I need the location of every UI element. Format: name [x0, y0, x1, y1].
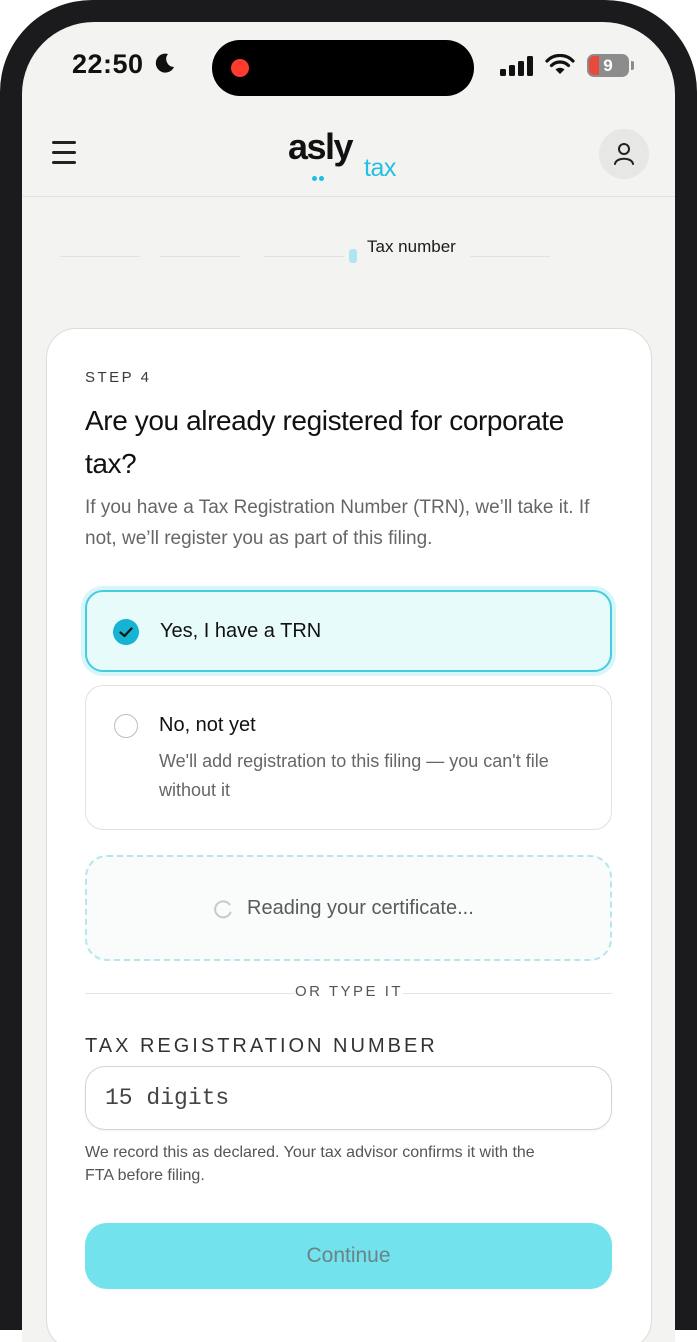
- app-header: asly tax: [22, 114, 675, 197]
- step-description: If you have a Tax Registration Number (T…: [85, 497, 590, 549]
- device-frame: 22:50 9 asly tax Tax number STEP 4 Are y…: [0, 0, 697, 1342]
- step-eyebrow: STEP 4: [85, 369, 152, 386]
- battery-percent: 9: [603, 56, 613, 75]
- status-bar: 22:50 9: [22, 22, 675, 114]
- hamburger-menu-icon-bar: [52, 151, 76, 154]
- or-divider: OR TYPE IT: [294, 983, 404, 1000]
- upload-status-text: Reading your certificate...: [247, 897, 474, 919]
- option-label: Yes, I have a TRN: [160, 620, 322, 642]
- option-sublabel: We'll add registration to this filing — …: [159, 751, 549, 800]
- logo-dot: [319, 176, 324, 181]
- moon-icon: [153, 52, 175, 79]
- logo-dot: [312, 176, 317, 181]
- menu-button[interactable]: [52, 141, 78, 165]
- screen: 22:50 9 asly tax Tax number STEP 4 Are y…: [22, 22, 675, 1342]
- account-button[interactable]: [599, 129, 649, 179]
- battery-nub: [631, 61, 634, 70]
- check-icon: [113, 619, 139, 645]
- user-icon: [614, 143, 634, 165]
- option-yes-have-trn[interactable]: Yes, I have a TRN: [85, 590, 612, 672]
- step-track: [264, 256, 344, 257]
- battery-icon: 9: [587, 54, 629, 77]
- current-step-marker: [349, 249, 357, 263]
- option-no-not-yet[interactable]: No, not yet We'll add registration to th…: [85, 685, 612, 830]
- certificate-upload-zone[interactable]: Reading your certificate...: [85, 855, 612, 961]
- radio-unselected-icon: [114, 714, 138, 738]
- step-track: [160, 256, 240, 257]
- step-track: [60, 256, 140, 257]
- option-label: No, not yet: [159, 714, 256, 736]
- page-title: Are you already registered for corporate…: [85, 405, 564, 479]
- trn-input[interactable]: [85, 1066, 612, 1130]
- continue-button[interactable]: Continue: [85, 1223, 612, 1289]
- loading-spinner-icon: [214, 900, 232, 919]
- trn-field-label: TAX REGISTRATION NUMBER: [85, 1035, 438, 1057]
- dynamic-island: [212, 40, 474, 96]
- wifi-icon: [545, 53, 575, 81]
- app-logo: asly tax: [288, 126, 428, 186]
- signal-icon: [500, 56, 534, 81]
- step-card: STEP 4 Are you already registered for co…: [46, 328, 652, 1342]
- trn-help-text: We record this as declared. Your tax adv…: [85, 1144, 535, 1184]
- logo-subtitle: tax: [364, 154, 396, 182]
- progress-stepper: Tax number: [22, 222, 675, 302]
- status-time: 22:50: [72, 49, 144, 79]
- hamburger-menu-icon-bar: [52, 161, 76, 164]
- recording-indicator-icon: [231, 59, 249, 77]
- logo-wordmark: asly: [288, 126, 354, 167]
- hamburger-menu-icon: [52, 141, 76, 144]
- current-step-label: Tax number: [367, 237, 456, 256]
